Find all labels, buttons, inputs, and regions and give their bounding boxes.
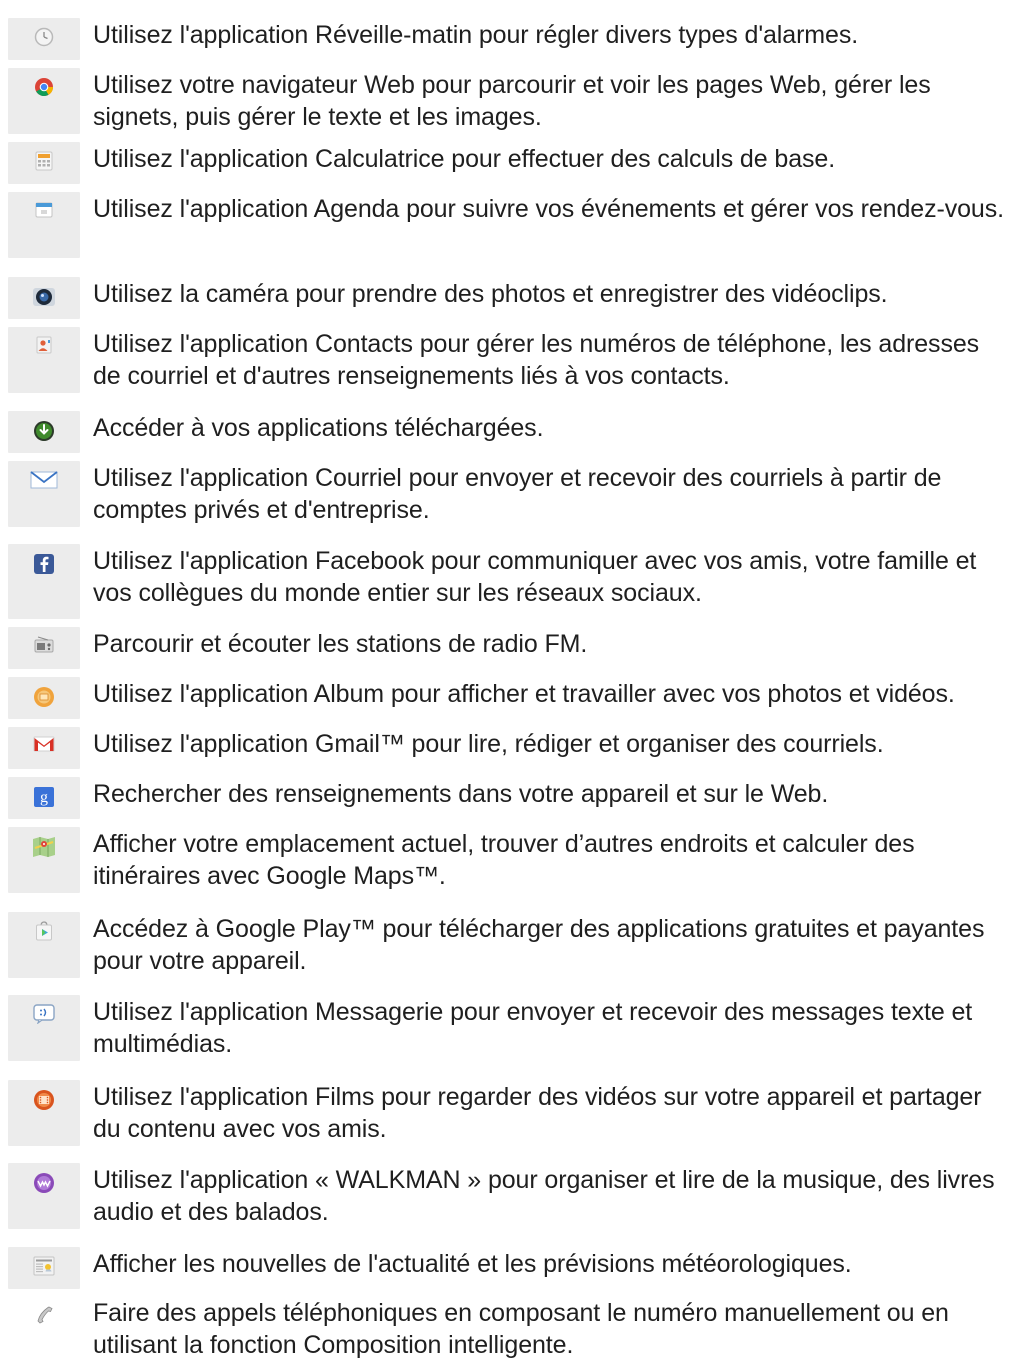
calendar-icon bbox=[35, 201, 53, 258]
app-description: Utilisez l'application Films pour regard… bbox=[93, 1083, 982, 1143]
walkman-icon bbox=[33, 1172, 55, 1229]
app-row-facebook: Utilisez l'application Facebook pour com… bbox=[8, 544, 1013, 619]
icon-cell bbox=[8, 912, 80, 978]
app-row-maps: Afficher votre emplacement actuel, trouv… bbox=[8, 827, 1013, 893]
icon-cell bbox=[8, 995, 80, 1061]
icon-cell bbox=[8, 461, 80, 527]
app-row-camera: Utilisez la caméra pour prendre des phot… bbox=[8, 277, 1013, 319]
icon-cell bbox=[8, 627, 80, 669]
alarm-clock-icon bbox=[34, 27, 54, 60]
icon-cell bbox=[8, 1163, 80, 1229]
app-description: Utilisez votre navigateur Web pour parco… bbox=[93, 71, 931, 131]
movies-icon bbox=[33, 1089, 55, 1146]
icon-cell bbox=[8, 727, 80, 769]
icon-cell bbox=[8, 411, 80, 453]
contacts-icon bbox=[35, 336, 53, 393]
app-row-calculator: Utilisez l'application Calculatrice pour… bbox=[8, 142, 1013, 184]
icon-cell bbox=[8, 677, 80, 719]
app-row-news-weather: Afficher les nouvelles de l'actualité et… bbox=[8, 1247, 1013, 1289]
icon-cell bbox=[8, 327, 80, 393]
app-description: Utilisez l'application Album pour affich… bbox=[93, 680, 955, 708]
download-icon bbox=[33, 420, 55, 453]
email-icon bbox=[30, 470, 58, 527]
chrome-browser-icon bbox=[34, 77, 54, 134]
app-row-alarm: Utilisez l'application Réveille-matin po… bbox=[8, 18, 1013, 60]
icon-cell bbox=[8, 18, 80, 60]
icon-cell bbox=[8, 1247, 80, 1289]
icon-cell bbox=[8, 827, 80, 893]
app-row-email: Utilisez l'application Courriel pour env… bbox=[8, 461, 1013, 527]
app-description: Utilisez l'application Agenda pour suivr… bbox=[93, 195, 1004, 223]
fm-radio-icon bbox=[34, 636, 54, 669]
app-description: Afficher les nouvelles de l'actualité et… bbox=[93, 1250, 852, 1278]
gmail-icon bbox=[33, 736, 55, 769]
app-description: Accédez à Google Play™ pour télécharger … bbox=[93, 915, 985, 975]
app-row-contacts: Utilisez l'application Contacts pour gér… bbox=[8, 327, 1013, 393]
play-store-icon bbox=[35, 921, 53, 978]
app-row-downloads: Accéder à vos applications téléchargées. bbox=[8, 411, 1013, 453]
maps-icon bbox=[32, 836, 56, 893]
icon-cell: g bbox=[8, 777, 80, 819]
calculator-icon bbox=[35, 151, 53, 184]
app-description: Parcourir et écouter les stations de rad… bbox=[93, 630, 588, 658]
app-row-messaging: Utilisez l'application Messagerie pour e… bbox=[8, 995, 1013, 1061]
album-icon bbox=[33, 686, 55, 719]
app-description: Utilisez l'application Contacts pour gér… bbox=[93, 330, 980, 390]
app-description: Afficher votre emplacement actuel, trouv… bbox=[93, 830, 915, 890]
icon-cell bbox=[8, 192, 80, 258]
app-row-search: g Rechercher des renseignements dans vot… bbox=[8, 777, 1013, 819]
app-description: Utilisez l'application Gmail™ pour lire,… bbox=[93, 730, 884, 758]
icon-cell bbox=[8, 68, 80, 134]
app-description: Faire des appels téléphoniques en compos… bbox=[93, 1299, 949, 1359]
app-description: Utilisez l'application « WALKMAN » pour … bbox=[93, 1166, 995, 1226]
camera-icon bbox=[32, 286, 56, 319]
app-row-movies: Utilisez l'application Films pour regard… bbox=[8, 1080, 1013, 1146]
app-row-calendar: Utilisez l'application Agenda pour suivr… bbox=[8, 192, 1013, 258]
svg-text:g: g bbox=[40, 789, 48, 806]
app-row-fm-radio: Parcourir et écouter les stations de rad… bbox=[8, 627, 1013, 669]
icon-cell bbox=[8, 1296, 80, 1356]
icon-cell bbox=[8, 142, 80, 184]
app-description: Accéder à vos applications téléchargées. bbox=[93, 414, 544, 442]
app-row-phone: Faire des appels téléphoniques en compos… bbox=[8, 1296, 1013, 1361]
app-row-browser: Utilisez votre navigateur Web pour parco… bbox=[8, 68, 1013, 134]
app-row-gmail: Utilisez l'application Gmail™ pour lire,… bbox=[8, 727, 1013, 769]
app-row-play-store: Accédez à Google Play™ pour télécharger … bbox=[8, 912, 1013, 978]
app-row-walkman: Utilisez l'application « WALKMAN » pour … bbox=[8, 1163, 1013, 1229]
app-description: Utilisez l'application Réveille-matin po… bbox=[93, 21, 859, 49]
app-description: Utilisez l'application Courriel pour env… bbox=[93, 464, 942, 524]
app-row-album: Utilisez l'application Album pour affich… bbox=[8, 677, 1013, 719]
phone-icon bbox=[34, 1305, 54, 1356]
google-search-icon: g bbox=[33, 786, 55, 819]
news-weather-icon bbox=[33, 1256, 55, 1289]
icon-cell bbox=[8, 277, 80, 319]
app-description: Utilisez la caméra pour prendre des phot… bbox=[93, 280, 888, 308]
icon-cell bbox=[8, 1080, 80, 1146]
app-description: Rechercher des renseignements dans votre… bbox=[93, 780, 829, 808]
app-description: Utilisez l'application Calculatrice pour… bbox=[93, 145, 836, 173]
icon-cell bbox=[8, 544, 80, 619]
facebook-icon bbox=[33, 553, 55, 619]
messaging-icon bbox=[33, 1004, 55, 1061]
app-description: Utilisez l'application Messagerie pour e… bbox=[93, 998, 973, 1058]
app-description: Utilisez l'application Facebook pour com… bbox=[93, 547, 977, 607]
